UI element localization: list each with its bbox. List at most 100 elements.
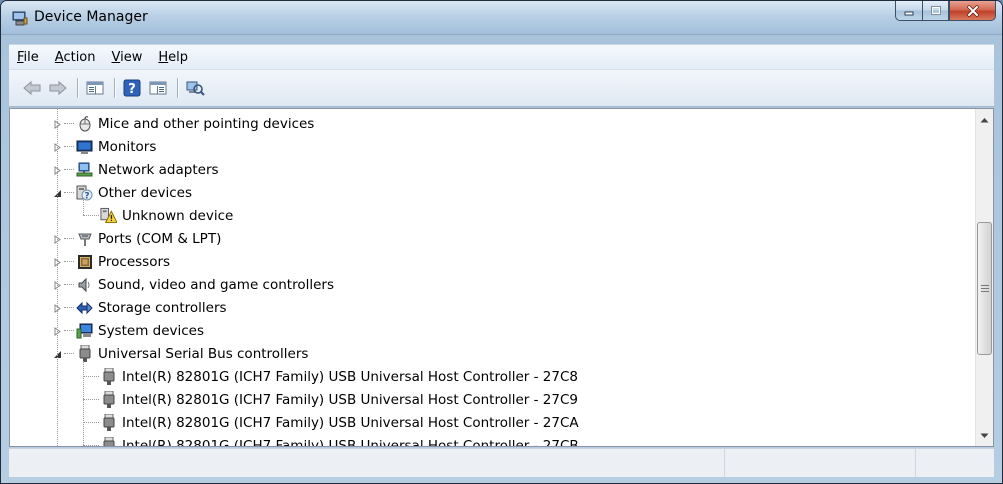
tree-category[interactable]: System devices — [76, 319, 204, 342]
toolbar-separator — [177, 78, 178, 98]
tree-item-label: System devices — [98, 322, 205, 339]
tree-category[interactable]: Monitors — [76, 135, 156, 158]
tree-connector — [83, 445, 99, 446]
tree-item-label: Storage controllers — [98, 299, 227, 316]
tree-connector — [64, 169, 74, 170]
network-icon — [76, 161, 93, 178]
tree-device[interactable]: Intel(R) 82801G (ICH7 Family) USB Univer… — [100, 434, 579, 447]
vertical-scrollbar[interactable] — [975, 109, 993, 446]
tree-connector — [83, 215, 99, 216]
unknown-device-warning-icon — [100, 207, 117, 224]
mouse-icon — [76, 115, 93, 132]
menu-file[interactable]: File — [9, 50, 47, 65]
title-bar[interactable]: Device Manager — [1, 1, 1002, 35]
tree-device[interactable]: Unknown device — [100, 204, 233, 227]
tree-item-label: Sound, video and game controllers — [98, 276, 334, 293]
forward-button[interactable] — [47, 77, 69, 99]
tree-connector — [64, 261, 74, 262]
svg-text:?: ? — [84, 192, 89, 202]
menu-bar: File Action View Help — [9, 44, 994, 69]
tree-category[interactable]: Ports (COM & LPT) — [76, 227, 221, 250]
help-button[interactable]: ? — [121, 77, 143, 99]
tree-item-label: Monitors — [98, 138, 157, 155]
menu-help-label: elp — [168, 49, 189, 65]
scroll-thumb[interactable] — [977, 222, 992, 355]
tree-connector — [64, 238, 74, 239]
tree-item-label: Ports (COM & LPT) — [98, 230, 222, 247]
storage-icon — [76, 299, 93, 316]
device-manager-window: Device Manager File Action View Help ? M… — [0, 0, 1003, 484]
scroll-up-arrow-icon — [980, 117, 989, 122]
show-hide-console-tree-button[interactable] — [84, 77, 106, 99]
tree-category[interactable]: Mice and other pointing devices — [76, 112, 314, 135]
menu-help-accel: H — [158, 49, 169, 65]
properties-icon — [149, 81, 167, 95]
speaker-icon — [76, 276, 93, 293]
tree-device[interactable]: Intel(R) 82801G (ICH7 Family) USB Univer… — [100, 388, 578, 411]
menu-help[interactable]: Help — [150, 50, 196, 65]
properties-button[interactable] — [147, 77, 169, 99]
tree-connector — [83, 399, 99, 400]
tree-item-label: Other devices — [98, 184, 192, 201]
tree-category[interactable]: ? Other devices — [76, 181, 192, 204]
tree-connector — [83, 376, 99, 377]
tree-item-label: Mice and other pointing devices — [98, 115, 315, 132]
device-tree[interactable]: Mice and other pointing devices Monitors N… — [10, 109, 975, 446]
tree-item-label: Processors — [98, 253, 171, 270]
status-cell-main — [9, 449, 725, 477]
tree-device[interactable]: Intel(R) 82801G (ICH7 Family) USB Univer… — [100, 365, 578, 388]
tree-connector — [64, 192, 74, 193]
scan-hardware-icon — [186, 81, 205, 96]
port-icon — [76, 230, 93, 247]
device-tree-panel: Mice and other pointing devices Monitors N… — [9, 108, 994, 447]
tree-item-label: Network adapters — [98, 161, 219, 178]
tree-category[interactable]: Universal Serial Bus controllers — [76, 342, 308, 365]
tree-item-label: Universal Serial Bus controllers — [98, 345, 309, 362]
tree-category[interactable]: Processors — [76, 250, 170, 273]
tree-item-label: Intel(R) 82801G (ICH7 Family) USB Univer… — [122, 414, 579, 431]
other-devices-icon: ? — [76, 184, 93, 201]
tree-device[interactable]: Intel(R) 82801G (ICH7 Family) USB Univer… — [100, 411, 579, 434]
usb-icon — [100, 367, 117, 385]
tree-category[interactable]: Sound, video and game controllers — [76, 273, 334, 296]
tree-connector — [64, 146, 74, 147]
menu-view[interactable]: View — [104, 50, 151, 65]
back-button[interactable] — [21, 77, 43, 99]
back-arrow-icon — [23, 80, 41, 96]
usb-icon — [100, 390, 117, 408]
close-icon — [966, 4, 979, 17]
toolbar-separator — [77, 78, 78, 98]
tree-item-label: Intel(R) 82801G (ICH7 Family) USB Univer… — [122, 391, 578, 408]
forward-arrow-icon — [49, 80, 67, 96]
tree-connector — [64, 284, 74, 285]
status-cell-tertiary — [916, 449, 994, 477]
menu-view-label: iew — [120, 49, 143, 65]
usb-icon — [100, 436, 117, 446]
tree-connector — [83, 422, 99, 423]
toolbar: ? — [9, 69, 994, 107]
tree-category[interactable]: Network adapters — [76, 158, 219, 181]
minimize-icon — [904, 11, 914, 15]
tree-item-label: Intel(R) 82801G (ICH7 Family) USB Univer… — [122, 368, 578, 385]
minimize-button[interactable] — [895, 1, 922, 21]
scan-hardware-button[interactable] — [184, 77, 206, 99]
scroll-down-arrow-icon — [980, 433, 989, 438]
monitor-icon — [76, 138, 93, 155]
svg-text:?: ? — [128, 82, 136, 97]
maximize-button[interactable] — [922, 1, 949, 21]
usb-icon — [100, 413, 117, 431]
device-manager-icon — [12, 10, 28, 26]
tree-item-label: Intel(R) 82801G (ICH7 Family) USB Univer… — [122, 437, 579, 447]
scroll-up-button[interactable] — [976, 111, 993, 128]
menu-file-label: ile — [23, 49, 39, 65]
status-cell-secondary — [725, 449, 916, 477]
scroll-down-button[interactable] — [976, 427, 993, 444]
caption-buttons — [895, 1, 996, 21]
tree-connector — [64, 307, 74, 308]
menu-action[interactable]: Action — [47, 50, 104, 65]
maximize-icon — [930, 5, 941, 15]
close-button[interactable] — [949, 1, 996, 21]
window-title: Device Manager — [34, 9, 148, 25]
tree-connector-vertical — [57, 109, 58, 446]
tree-category[interactable]: Storage controllers — [76, 296, 227, 319]
